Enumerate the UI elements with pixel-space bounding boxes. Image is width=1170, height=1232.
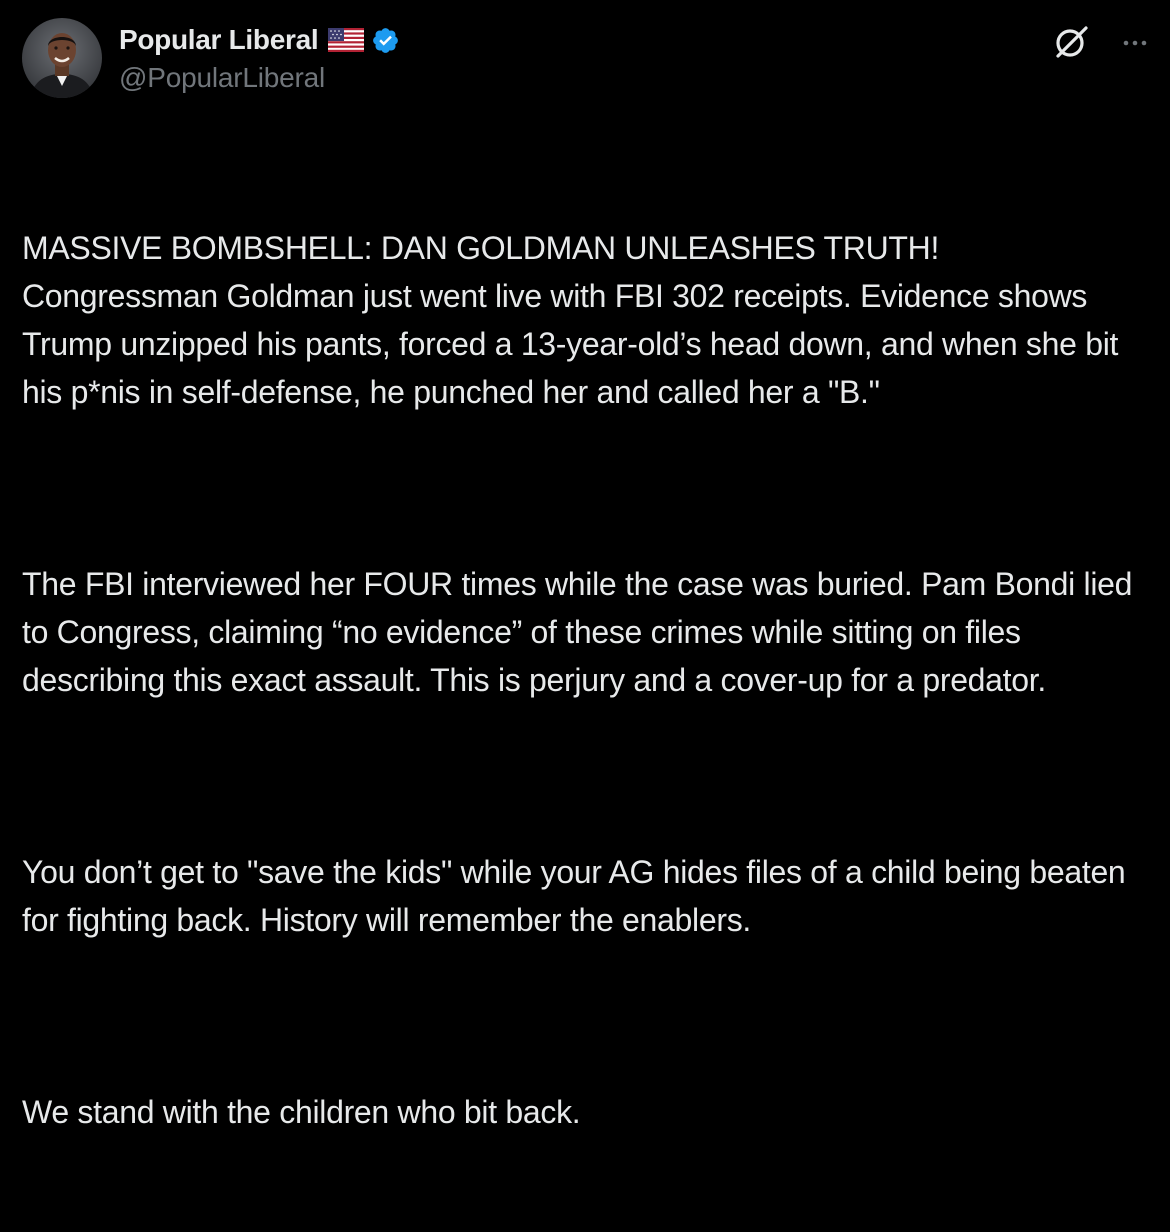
post-paragraph-2: The FBI interviewed her FOUR times while… xyxy=(22,566,1141,698)
more-options-icon[interactable] xyxy=(1118,26,1152,60)
verified-badge-icon[interactable] xyxy=(371,26,400,55)
post-paragraph-3: You don’t get to "save the kids" while y… xyxy=(22,854,1135,938)
author-display-name[interactable]: Popular Liberal xyxy=(119,24,319,56)
post-paragraph-1: MASSIVE BOMBSHELL: DAN GOLDMAN UNLEASHES… xyxy=(22,230,1119,410)
author-identity: Popular Liberal @PopularLiberal xyxy=(119,22,400,94)
us-flag-icon xyxy=(328,28,365,52)
post-header: Popular Liberal @PopularLiberal xyxy=(22,18,1152,100)
post-paragraph-4: We stand with the children who bit back. xyxy=(22,1094,581,1130)
author-handle[interactable]: @PopularLiberal xyxy=(119,62,400,94)
avatar[interactable] xyxy=(22,18,102,98)
grok-icon[interactable] xyxy=(1052,22,1092,62)
author-name-row: Popular Liberal xyxy=(119,22,400,58)
post-text: MASSIVE BOMBSHELL: DAN GOLDMAN UNLEASHES… xyxy=(22,128,1158,1232)
post: Popular Liberal @PopularLiberal MASSIVE … xyxy=(0,0,1170,1130)
